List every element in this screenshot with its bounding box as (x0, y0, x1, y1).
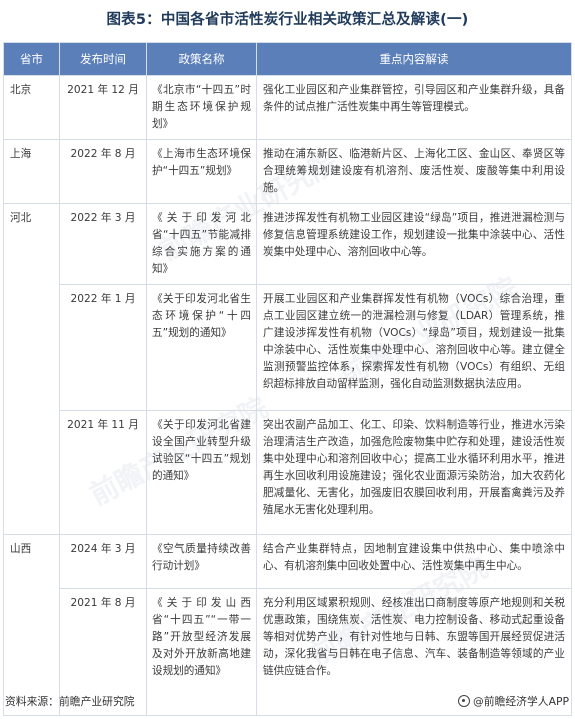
table-row: 上海 2022 年 8 月 《上海市生态环境保护“十四五”规划》 推动在浦东新区… (3, 139, 572, 204)
brand-credit: @前瞻经济学人APP (458, 693, 569, 709)
date-cell: 2022 年 1 月 (59, 284, 147, 411)
province-cell: 北京 (3, 75, 60, 140)
date-cell: 2024 年 3 月 (59, 534, 147, 589)
content-cell: 结合产业集群特点，因地制宜建设集中供热中心、集中喷涂中心、有机溶剂集中回收处置中… (256, 534, 572, 589)
policy-table-container: 省市 发布时间 政策名称 重点内容解读 北京 2021 年 12 月 《北京市“… (3, 42, 572, 716)
date-cell: 2021 年 12 月 (59, 75, 147, 140)
content-cell: 强化工业园区和产业集群管控，引导园区和产业集群升级，具备条件的试点推广活性炭集中… (256, 75, 572, 140)
source-note: 资料来源：前瞻产业研究院 (5, 695, 135, 708)
page-title: 图表5：中国各省市活性炭行业相关政策汇总及解读(一) (106, 12, 469, 28)
table-row: 北京 2021 年 12 月 《北京市“十四五”时期生态环境保护规划》 强化工业… (3, 75, 572, 140)
province-cell: 河北 (3, 203, 60, 535)
header-province: 省市 (3, 42, 60, 76)
table-row: 2021 年 11 月 《关于印发河北省建设全国产业转型升级试验区“十四五”规划… (4, 410, 572, 535)
policy-name-cell: 《关于印发河北省建设全国产业转型升级试验区“十四五”规划的通知》 (146, 410, 257, 535)
date-cell: 2021 年 11 月 (59, 410, 147, 535)
policy-name-cell: 《空气质量持续改善行动计划》 (146, 534, 257, 589)
header-policy-name: 政策名称 (146, 42, 257, 76)
policy-name-cell: 《关于印发河北省“十四五”节能减排综合实施方案的通知》 (146, 203, 257, 285)
date-cell: 2022 年 3 月 (59, 203, 147, 285)
table-header: 省市 发布时间 政策名称 重点内容解读 (3, 42, 572, 76)
policy-name-cell: 《北京市“十四五”时期生态环境保护规划》 (146, 75, 257, 140)
policy-name-cell: 《上海市生态环境保护“十四五”规划》 (146, 139, 257, 204)
weibo-icon (458, 695, 470, 707)
content-cell: 突出农副产品加工、化工、印染、饮料制造等行业，推进水污染治理清洁生产改造，加强危… (256, 410, 572, 535)
policy-name-cell: 《关于印发河北省生态环境保护“十四五”规划的通知》 (146, 284, 257, 411)
table-row: 山西 2024 年 3 月 《空气质量持续改善行动计划》 结合产业集群特点，因地… (3, 534, 572, 716)
content-cell: 推动在浦东新区、临港新片区、上海化工区、金山区、奉贤区等合理统筹规划建设废有机溶… (256, 139, 572, 204)
province-cell: 上海 (3, 139, 60, 204)
content-cell: 推进涉挥发性有机物工业园区建设“绿岛”项目，推进泄漏检测与修复信息管理系统建设工… (256, 203, 572, 285)
table-row: 河北 2022 年 3 月 《关于印发河北省“十四五”节能减排综合实施方案的通知… (3, 203, 572, 535)
policy-table: 省市 发布时间 政策名称 重点内容解读 北京 2021 年 12 月 《北京市“… (3, 42, 572, 716)
brand-label: @前瞻经济学人APP (473, 695, 569, 708)
header-date: 发布时间 (59, 42, 147, 76)
date-cell: 2022 年 8 月 (59, 139, 147, 204)
policy-name-cell: 《关于印发山西省“十四五”“一带一路”开放型经济发展及对外开放新高地建设规划的通… (146, 588, 257, 716)
province-cell: 山西 (3, 534, 60, 716)
table-row: 2022 年 1 月 《关于印发河北省生态环境保护“十四五”规划的通知》 开展工… (4, 284, 572, 411)
header-content: 重点内容解读 (256, 42, 572, 76)
content-cell: 开展工业园区和产业集群挥发性有机物（VOCs）综合治理，重点工业园区建立统一的泄… (256, 284, 572, 411)
